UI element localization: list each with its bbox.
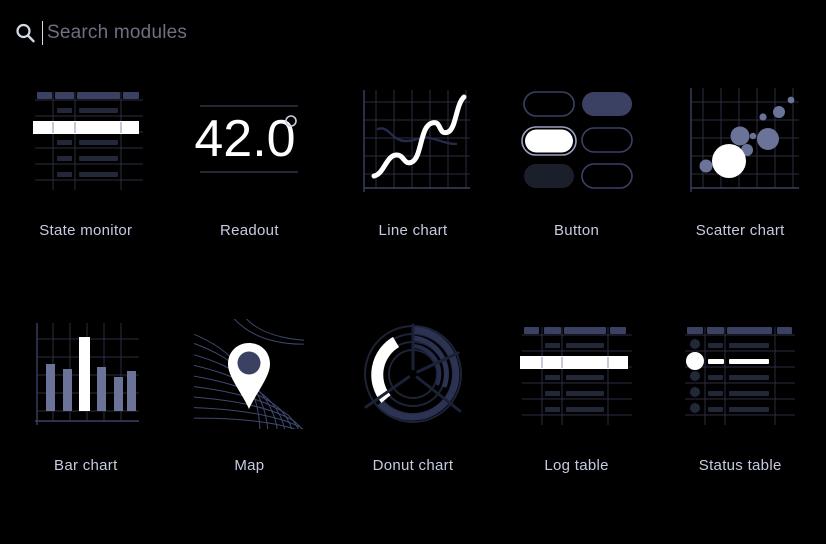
module-label: Bar chart	[54, 457, 118, 474]
search-placeholder: Search modules	[47, 22, 188, 43]
readout-preview-icon: 42.0	[188, 78, 310, 200]
module-label: Donut chart	[372, 457, 454, 474]
module-label: State monitor	[39, 222, 133, 239]
module-label: Readout	[219, 222, 279, 239]
bar-chart-preview-icon	[25, 313, 147, 435]
module-card-line-chart[interactable]: Line chart	[331, 66, 495, 301]
module-label: Log table	[544, 457, 609, 474]
module-grid: State monitor 42.0 Readout Line chart Bu…	[0, 66, 826, 536]
svg-text:42.0: 42.0	[195, 110, 296, 168]
log-table-preview-icon	[516, 313, 638, 435]
search-input[interactable]: Search modules	[42, 16, 812, 50]
search-bar[interactable]: Search modules	[0, 0, 826, 66]
donut-chart-preview-icon	[352, 313, 474, 435]
module-card-state-monitor[interactable]: State monitor	[4, 66, 168, 301]
scatter-chart-preview-icon	[679, 78, 801, 200]
module-card-map[interactable]: Map	[168, 301, 332, 536]
module-card-bar-chart[interactable]: Bar chart	[4, 301, 168, 536]
module-label: Scatter chart	[695, 222, 785, 239]
module-card-scatter-chart[interactable]: Scatter chart	[658, 66, 822, 301]
module-label: Line chart	[378, 222, 448, 239]
module-card-readout[interactable]: 42.0 Readout	[168, 66, 332, 301]
state-monitor-preview-icon	[25, 78, 147, 200]
module-label: Status table	[698, 457, 782, 474]
module-label: Button	[554, 222, 600, 239]
module-card-log-table[interactable]: Log table	[495, 301, 659, 536]
module-label: Map	[234, 457, 265, 474]
module-card-donut-chart[interactable]: Donut chart	[331, 301, 495, 536]
button-preview-icon	[516, 78, 638, 200]
map-preview-icon	[188, 313, 310, 435]
module-card-button[interactable]: Button	[495, 66, 659, 301]
search-icon	[14, 22, 36, 44]
line-chart-preview-icon	[352, 78, 474, 200]
status-table-preview-icon	[679, 313, 801, 435]
module-card-status-table[interactable]: Status table	[658, 301, 822, 536]
